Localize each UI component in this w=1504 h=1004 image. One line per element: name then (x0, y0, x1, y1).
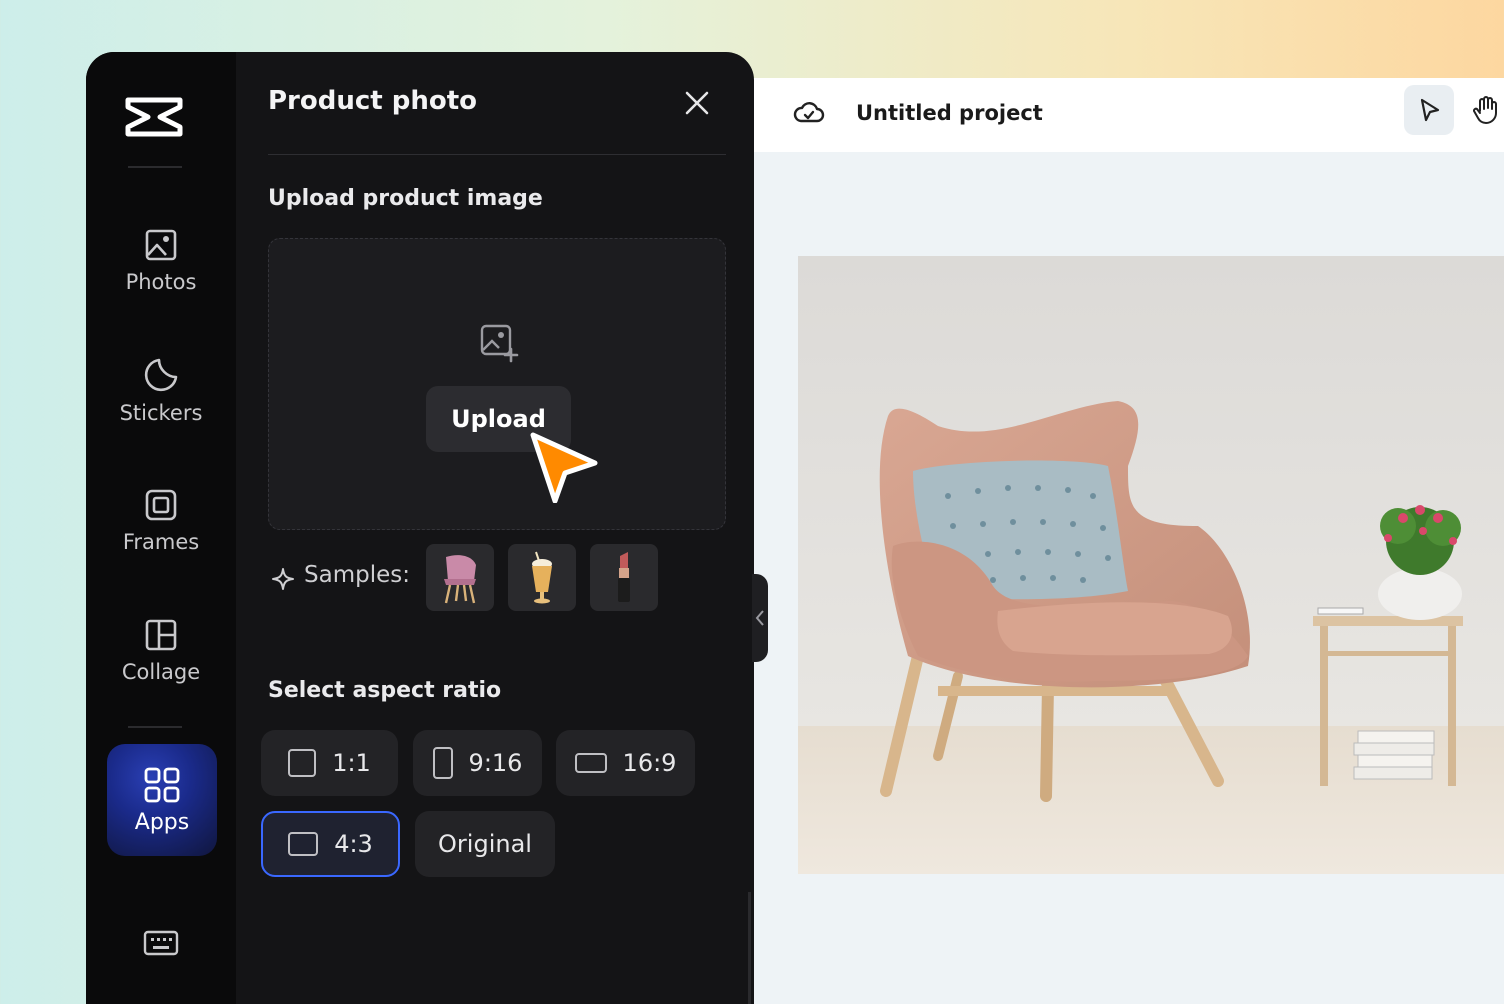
samples-row: Samples: (268, 544, 728, 612)
sparkle-icon (272, 568, 294, 590)
aspect-ratio-1-1[interactable]: 1:1 (261, 730, 398, 796)
close-icon[interactable] (682, 88, 712, 118)
left-panel: Photos Stickers Frames Collage Apps Prod… (86, 52, 754, 1004)
ratio-label: 9:16 (468, 749, 523, 777)
collage-icon (145, 619, 177, 651)
cloud-sync-icon[interactable] (792, 96, 826, 130)
add-image-icon (480, 324, 519, 363)
sample-thumbnail-chair[interactable] (426, 544, 494, 611)
hand-tool-button[interactable] (1464, 85, 1504, 135)
sample-thumbnail-lipstick[interactable] (590, 544, 658, 611)
rail-divider (128, 166, 182, 168)
panel-scrollbar[interactable] (748, 892, 751, 1004)
upload-section-label: Upload product image (268, 186, 543, 211)
sample-thumbnail-milkshake[interactable] (508, 544, 576, 611)
sidebar-item-label: Frames (122, 530, 200, 554)
ratio-label: Original (438, 830, 532, 858)
sticker-icon (144, 358, 178, 392)
sidebar-item-label: Collage (121, 660, 201, 684)
aspect-ratio-16-9[interactable]: 16:9 (556, 730, 695, 796)
ratio-label: 1:1 (332, 749, 371, 777)
image-icon (145, 229, 177, 261)
square-ratio-icon (288, 749, 317, 777)
samples-label: Samples: (304, 562, 410, 588)
apps-grid-icon (144, 767, 180, 802)
sidebar-item-apps[interactable]: Apps (107, 744, 217, 856)
product-photo-panel: Product photo Upload product image Uploa… (261, 52, 728, 1004)
aspect-ratio-4-3[interactable]: 4:3 (261, 811, 400, 877)
sidebar-item-label: Photos (125, 270, 197, 294)
capcut-logo-icon[interactable] (124, 92, 184, 142)
top-bar: Untitled project (752, 78, 1504, 152)
sidebar-item-frames[interactable]: Frames (106, 466, 216, 576)
ratio-label: 16:9 (622, 749, 677, 777)
collapse-panel-button[interactable] (752, 574, 768, 662)
pointer-tool-button[interactable] (1404, 85, 1454, 135)
upload-dropzone[interactable]: Upload (268, 238, 726, 530)
aspect-ratio-original[interactable]: Original (415, 811, 555, 877)
portrait-ratio-icon (432, 747, 453, 779)
mouse-cursor-icon (530, 432, 598, 503)
project-title[interactable]: Untitled project (856, 96, 1043, 130)
sidebar-item-photos[interactable]: Photos (106, 206, 216, 316)
title-divider (268, 154, 726, 155)
sidebar-item-collage[interactable]: Collage (106, 596, 216, 706)
aspect-ratio-9-16[interactable]: 9:16 (413, 730, 542, 796)
chevron-left-icon (755, 610, 764, 626)
aspect-ratio-section-label: Select aspect ratio (268, 678, 502, 703)
lipstick-image (618, 551, 630, 602)
landscape-ratio-icon (574, 753, 607, 773)
pointer-icon (1420, 98, 1440, 122)
keyboard-shortcuts-icon[interactable] (142, 928, 180, 958)
panel-title: Product photo (268, 86, 478, 116)
pink-chair-image (444, 554, 476, 603)
milkshake-image (532, 551, 552, 603)
four-three-ratio-icon (288, 832, 319, 856)
canvas-product-image[interactable] (798, 256, 1504, 874)
sidebar-item-label: Stickers (119, 401, 203, 425)
sidebar-rail: Photos Stickers Frames Collage Apps (86, 52, 236, 1004)
ratio-label: 4:3 (334, 830, 373, 858)
sidebar-item-label: Apps (134, 809, 190, 835)
armchair-photo (798, 256, 1504, 874)
rail-divider (128, 726, 182, 728)
hand-icon (1473, 96, 1497, 124)
frame-icon (145, 489, 177, 521)
sidebar-item-stickers[interactable]: Stickers (106, 336, 216, 446)
